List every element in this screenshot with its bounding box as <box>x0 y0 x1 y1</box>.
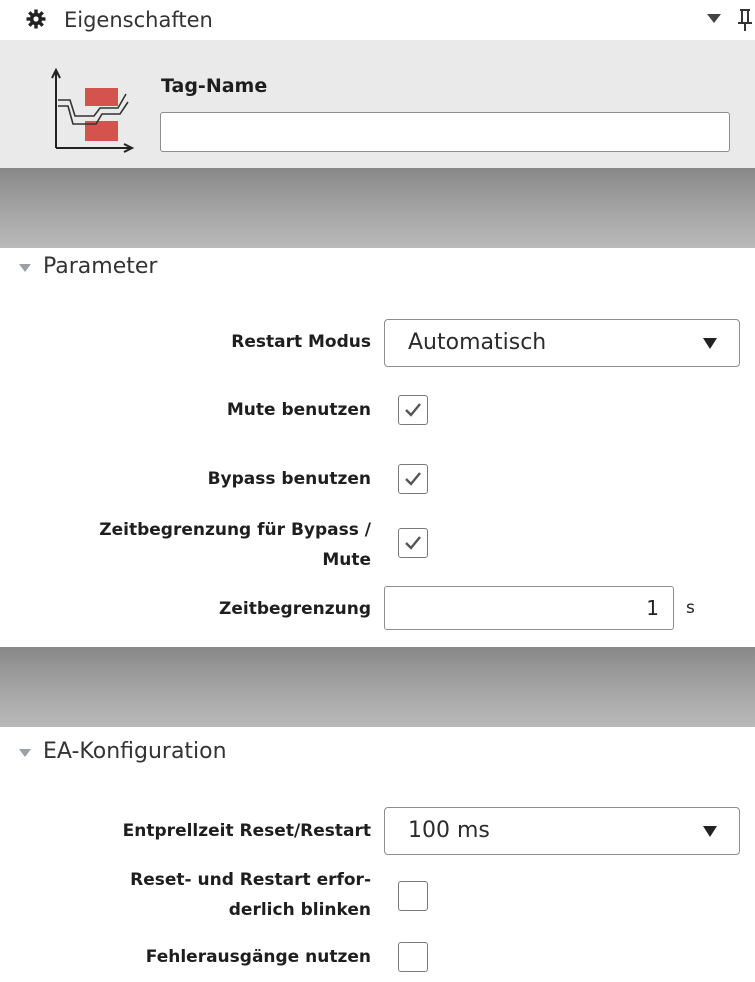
divider-band <box>0 647 755 727</box>
collapse-triangle-icon[interactable] <box>19 749 31 757</box>
divider-band <box>0 168 755 248</box>
mute-label: Mute benutzen <box>226 400 371 420</box>
time-limit-bypass-checkbox[interactable] <box>398 528 428 558</box>
time-limit-bypass-label: Zeitbegrenzung für Bypass / Mute <box>99 518 371 572</box>
time-limit-bypass-label-line2: Mute <box>322 550 371 570</box>
reset-blink-label: Reset- und Restart erfor- derlich blinke… <box>130 868 371 922</box>
error-outputs-label: Fehlerausgänge nutzen <box>145 947 371 967</box>
debounce-label: Entprellzeit Reset/Restart <box>122 821 371 841</box>
time-limit-unit: s <box>686 598 695 618</box>
checkmark-icon <box>405 403 421 417</box>
section-title-io-config: EA-Konfiguration <box>43 739 227 764</box>
restart-mode-dropdown[interactable]: Automatisch <box>384 319 740 367</box>
collapse-triangle-icon[interactable] <box>19 264 31 272</box>
time-limit-value: 1 <box>646 596 659 620</box>
tag-signal-icon <box>51 67 135 153</box>
tag-name-input[interactable] <box>160 112 730 152</box>
tag-name-label: Tag-Name <box>161 75 268 97</box>
dropdown-arrow-icon[interactable] <box>707 14 721 23</box>
section-header-parameter[interactable]: Parameter <box>0 248 755 292</box>
error-outputs-checkbox[interactable] <box>398 942 428 972</box>
debounce-value: 100 ms <box>408 818 490 843</box>
reset-blink-checkbox[interactable] <box>398 881 428 911</box>
pin-icon[interactable] <box>736 6 755 34</box>
panel-title: Eigenschaften <box>64 8 213 32</box>
gear-icon <box>26 9 46 29</box>
time-limit-label: Zeitbegrenzung <box>219 599 371 619</box>
section-title-parameter: Parameter <box>43 254 158 279</box>
time-limit-bypass-label-line1: Zeitbegrenzung für Bypass / <box>99 520 371 540</box>
chevron-down-icon <box>703 826 717 837</box>
section-header-io-config[interactable]: EA-Konfiguration <box>0 733 755 777</box>
panel-titlebar: Eigenschaften <box>0 0 755 40</box>
restart-mode-value: Automatisch <box>408 330 547 355</box>
tag-header-panel: Tag-Name <box>0 40 755 168</box>
time-limit-input[interactable]: 1 <box>384 586 674 630</box>
bypass-checkbox[interactable] <box>398 464 428 494</box>
reset-blink-label-line1: Reset- und Restart erfor- <box>130 870 371 890</box>
mute-checkbox[interactable] <box>398 395 428 425</box>
checkmark-icon <box>405 536 421 550</box>
restart-mode-label: Restart Modus <box>231 332 371 352</box>
chevron-down-icon <box>703 338 717 349</box>
reset-blink-label-line2: derlich blinken <box>228 900 371 920</box>
debounce-dropdown[interactable]: 100 ms <box>384 807 740 855</box>
checkmark-icon <box>405 472 421 486</box>
bypass-label: Bypass benutzen <box>207 469 371 489</box>
